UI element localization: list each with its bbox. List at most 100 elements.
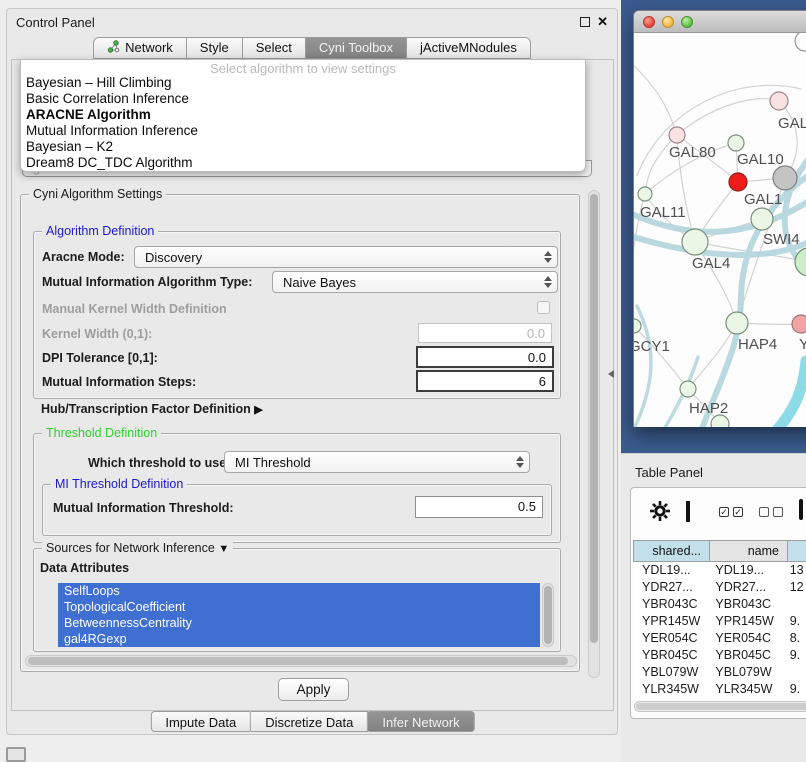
attribute-item-topologicalcoefficient[interactable]: TopologicalCoefficient [58, 599, 540, 615]
algorithm-option-dream8-dc-tdc-algorithm[interactable]: Dream8 DC_TDC Algorithm [21, 155, 585, 171]
table-toolbar: ✓✓ [631, 496, 806, 536]
cyni-algorithm-settings-group: Cyni Algorithm Settings Algorithm Defini… [20, 194, 580, 672]
table-cell: YPR145W [706, 613, 780, 630]
hub-definition-expander[interactable]: Hub/Transcription Factor Definition ▶ [41, 402, 263, 416]
network-node[interactable] [792, 315, 806, 333]
mi-threshold-field[interactable]: 0.5 [415, 496, 543, 518]
network-node[interactable] [669, 127, 685, 143]
expand-right-icon: ▶ [254, 404, 262, 416]
split-view-icon[interactable] [686, 503, 690, 521]
table-row[interactable]: YBR043CYBR043C [633, 596, 806, 613]
table-cell: YBR043C [706, 596, 780, 613]
collapse-down-icon: ▼ [218, 543, 229, 555]
which-threshold-value: MI Threshold [225, 455, 513, 470]
minimize-traffic-light-icon[interactable] [662, 16, 674, 28]
table-row[interactable]: YDR27...YDR27...12 [633, 579, 806, 596]
export-table-icon[interactable] [799, 501, 803, 519]
node-label: Y [799, 336, 806, 353]
table-cell: 9. [781, 647, 806, 664]
table-cell: 8. [781, 630, 806, 647]
attribute-item-betweennesscentrality[interactable]: BetweennessCentrality [58, 615, 540, 631]
tab-select[interactable]: Select [243, 37, 306, 59]
tab-style[interactable]: Style [187, 37, 243, 59]
column-header-a[interactable]: A [788, 540, 806, 562]
hide-columns-icon[interactable] [759, 507, 783, 517]
network-node[interactable] [726, 312, 748, 334]
table-row[interactable]: YBR045CYBR045C9. [633, 647, 806, 664]
bottom-tab-infer-network[interactable]: Infer Network [368, 711, 474, 732]
algorithm-option-aracne-algorithm[interactable]: ARACNE Algorithm [21, 107, 585, 123]
tab-network[interactable]: Network [93, 37, 187, 59]
zoom-traffic-light-icon[interactable] [681, 16, 693, 28]
dpi-tolerance-value: 0.0 [528, 350, 546, 365]
table-cell: YDL19... [706, 562, 780, 579]
panel-resize-handle[interactable] [608, 370, 614, 378]
algorithm-option-basic-correlation-inference[interactable]: Basic Correlation Inference [21, 91, 585, 107]
algorithm-option-mutual-information-inference[interactable]: Mutual Information Inference [21, 123, 585, 139]
sources-group: Sources for Network Inference ▼ Data Att… [33, 548, 561, 652]
network-node[interactable] [680, 381, 696, 397]
bottom-tab-impute-data[interactable]: Impute Data [150, 711, 251, 732]
settings-horizontal-scrollbar[interactable] [25, 655, 577, 667]
algorithm-option-bayesian-k2[interactable]: Bayesian – K2 [21, 139, 585, 155]
table-cell: YDL19... [633, 562, 706, 579]
network-icon [107, 40, 120, 56]
table-cell: YDR27... [706, 579, 780, 596]
network-node[interactable] [795, 33, 806, 51]
attribute-item-selfloops[interactable]: SelfLoops [58, 583, 540, 599]
node-label: SWI4 [763, 231, 800, 248]
data-attributes-list: SelfLoopsTopologicalCoefficientBetweenne… [58, 583, 540, 647]
node-label: GAL1 [744, 191, 782, 208]
sources-group-title[interactable]: Sources for Network Inference ▼ [42, 541, 233, 555]
collapsed-panel-icon[interactable] [6, 747, 26, 762]
tab-cyni-toolbox[interactable]: Cyni Toolbox [306, 37, 407, 59]
manual-kernel-width-label: Manual Kernel Width Definition [42, 302, 227, 316]
attributes-list-scrollbar[interactable] [542, 583, 554, 647]
network-node[interactable] [770, 92, 788, 110]
network-canvas[interactable]: GALGAL80GAL10GAL1SWI4GAL11GAL4GCY1HAP4YH… [634, 33, 806, 427]
kernel-width-field[interactable]: 0.0 [418, 323, 552, 343]
threshold-definition-title: Threshold Definition [42, 426, 161, 440]
table-row[interactable]: YLR345WYLR345W9. [633, 681, 806, 698]
mi-threshold-label: Mutual Information Threshold: [53, 501, 234, 515]
mi-steps-field[interactable]: 6 [416, 370, 554, 392]
table-row[interactable]: YDL19...YDL19...13 [633, 562, 806, 579]
data-attributes-label: Data Attributes [40, 561, 129, 575]
tab-jactivemnodules[interactable]: jActiveMNodules [407, 37, 531, 59]
show-columns-icon[interactable]: ✓✓ [719, 507, 743, 517]
table-row[interactable]: YER054CYER054C8. [633, 630, 806, 647]
apply-button[interactable]: Apply [278, 678, 349, 701]
table-horizontal-scrollbar[interactable] [634, 701, 806, 712]
table-cell: YBR045C [633, 647, 706, 664]
aracne-mode-combo[interactable]: Discovery [134, 246, 558, 268]
close-panel-icon[interactable]: ✕ [597, 14, 608, 30]
mi-algorithm-type-value: Naive Bayes [273, 275, 541, 290]
kernel-width-value: 0.0 [527, 326, 545, 341]
network-node[interactable] [773, 166, 797, 190]
manual-kernel-width-checkbox[interactable] [537, 301, 550, 314]
network-node[interactable] [728, 135, 744, 151]
close-traffic-light-icon[interactable] [643, 16, 655, 28]
gear-icon[interactable] [649, 500, 671, 527]
tab-label: Cyni Toolbox [319, 40, 393, 55]
network-node[interactable] [638, 187, 652, 201]
column-header-name[interactable]: name [710, 540, 788, 562]
column-header-shared[interactable]: shared... [633, 540, 710, 562]
table-row[interactable]: YBL079WYBL079W [633, 664, 806, 681]
table-panel-title: Table Panel [635, 465, 703, 480]
network-node[interactable] [795, 248, 806, 276]
network-node[interactable] [682, 229, 708, 255]
algorithm-option-bayesian-hill-climbing[interactable]: Bayesian – Hill Climbing [21, 75, 585, 91]
network-window-titlebar[interactable] [634, 11, 806, 33]
mi-algorithm-type-combo[interactable]: Naive Bayes [272, 271, 558, 293]
network-node[interactable] [751, 208, 773, 230]
network-node[interactable] [729, 173, 747, 191]
which-threshold-combo[interactable]: MI Threshold [224, 451, 530, 473]
dpi-tolerance-field[interactable]: 0.0 [416, 346, 554, 368]
table-row[interactable]: YPR145WYPR145W9. [633, 613, 806, 630]
attribute-item-gal4rgexp[interactable]: gal4RGexp [58, 631, 540, 647]
float-panel-icon[interactable] [580, 17, 590, 27]
settings-vertical-scrollbar[interactable] [588, 190, 600, 678]
bottom-tab-discretize-data[interactable]: Discretize Data [251, 711, 368, 732]
network-node[interactable] [634, 319, 641, 333]
